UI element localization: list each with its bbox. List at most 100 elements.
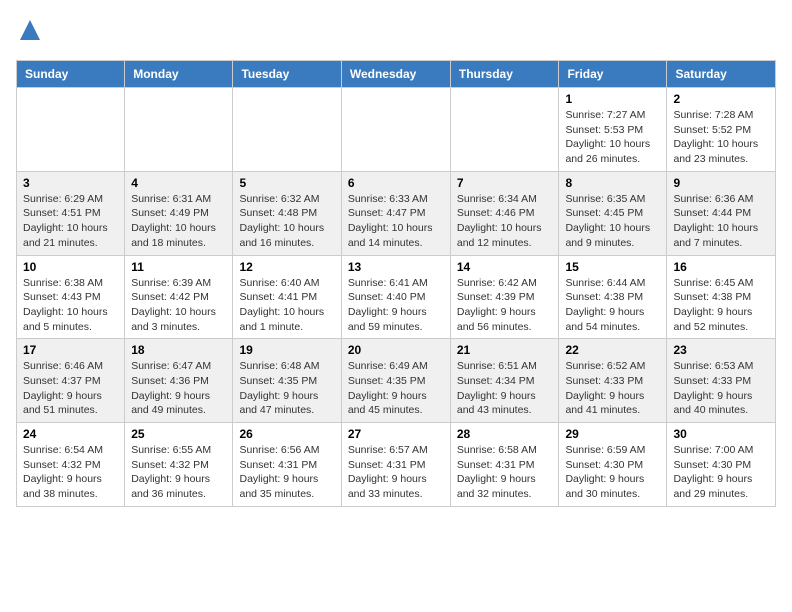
page-header	[16, 16, 776, 52]
calendar-cell	[17, 88, 125, 172]
day-number: 17	[23, 343, 118, 357]
day-number: 24	[23, 427, 118, 441]
calendar-cell: 17Sunrise: 6:46 AM Sunset: 4:37 PM Dayli…	[17, 339, 125, 423]
calendar-header-row: SundayMondayTuesdayWednesdayThursdayFrid…	[17, 61, 776, 88]
column-header-thursday: Thursday	[450, 61, 559, 88]
day-info: Sunrise: 6:33 AM Sunset: 4:47 PM Dayligh…	[348, 192, 444, 251]
logo	[16, 16, 40, 52]
calendar-cell: 20Sunrise: 6:49 AM Sunset: 4:35 PM Dayli…	[341, 339, 450, 423]
day-number: 18	[131, 343, 226, 357]
day-info: Sunrise: 6:49 AM Sunset: 4:35 PM Dayligh…	[348, 359, 444, 418]
calendar-week-row: 3 Sunrise: 6:29 AM Sunset: 4:51 PM Daylig…	[17, 171, 776, 255]
day-number: 13	[348, 260, 444, 274]
day-number: 9	[673, 176, 769, 190]
column-header-monday: Monday	[125, 61, 233, 88]
calendar-cell: 6 Sunrise: 6:33 AM Sunset: 4:47 PM Daylig…	[341, 171, 450, 255]
calendar-cell: 4 Sunrise: 6:31 AM Sunset: 4:49 PM Daylig…	[125, 171, 233, 255]
day-info: Sunrise: 6:48 AM Sunset: 4:35 PM Dayligh…	[239, 359, 334, 418]
day-info: Sunrise: 6:35 AM Sunset: 4:45 PM Dayligh…	[565, 192, 660, 251]
column-header-tuesday: Tuesday	[233, 61, 341, 88]
calendar-cell: 15 Sunrise: 6:44 AM Sunset: 4:38 PM Dayli…	[559, 255, 667, 339]
calendar-week-row: 17Sunrise: 6:46 AM Sunset: 4:37 PM Dayli…	[17, 339, 776, 423]
calendar-week-row: 10 Sunrise: 6:38 AM Sunset: 4:43 PM Dayli…	[17, 255, 776, 339]
day-number: 22	[565, 343, 660, 357]
day-number: 1	[565, 92, 660, 106]
day-number: 3	[23, 176, 118, 190]
calendar-cell: 29 Sunrise: 6:59 AM Sunset: 4:30 PM Dayli…	[559, 423, 667, 507]
calendar-cell: 13 Sunrise: 6:41 AM Sunset: 4:40 PM Dayli…	[341, 255, 450, 339]
day-info: Sunrise: 6:54 AM Sunset: 4:32 PM Dayligh…	[23, 443, 118, 502]
day-number: 29	[565, 427, 660, 441]
calendar-cell: 18 Sunrise: 6:47 AM Sunset: 4:36 PM Dayli…	[125, 339, 233, 423]
calendar-cell: 14 Sunrise: 6:42 AM Sunset: 4:39 PM Dayli…	[450, 255, 559, 339]
day-info: Sunrise: 6:34 AM Sunset: 4:46 PM Dayligh…	[457, 192, 553, 251]
calendar-cell: 25Sunrise: 6:55 AM Sunset: 4:32 PM Dayli…	[125, 423, 233, 507]
day-info: Sunrise: 6:29 AM Sunset: 4:51 PM Dayligh…	[23, 192, 118, 251]
day-number: 28	[457, 427, 553, 441]
day-info: Sunrise: 6:59 AM Sunset: 4:30 PM Dayligh…	[565, 443, 660, 502]
calendar-cell: 30 Sunrise: 7:00 AM Sunset: 4:30 PM Dayli…	[667, 423, 776, 507]
day-info: Sunrise: 6:56 AM Sunset: 4:31 PM Dayligh…	[239, 443, 334, 502]
column-header-friday: Friday	[559, 61, 667, 88]
day-info: Sunrise: 6:58 AM Sunset: 4:31 PM Dayligh…	[457, 443, 553, 502]
day-info: Sunrise: 6:47 AM Sunset: 4:36 PM Dayligh…	[131, 359, 226, 418]
day-info: Sunrise: 6:51 AM Sunset: 4:34 PM Dayligh…	[457, 359, 553, 418]
day-number: 5	[239, 176, 334, 190]
day-info: Sunrise: 7:00 AM Sunset: 4:30 PM Dayligh…	[673, 443, 769, 502]
day-number: 21	[457, 343, 553, 357]
day-info: Sunrise: 6:40 AM Sunset: 4:41 PM Dayligh…	[239, 276, 334, 335]
day-info: Sunrise: 6:45 AM Sunset: 4:38 PM Dayligh…	[673, 276, 769, 335]
calendar-cell: 3 Sunrise: 6:29 AM Sunset: 4:51 PM Daylig…	[17, 171, 125, 255]
day-number: 30	[673, 427, 769, 441]
day-info: Sunrise: 6:38 AM Sunset: 4:43 PM Dayligh…	[23, 276, 118, 335]
calendar-cell: 1 Sunrise: 7:27 AM Sunset: 5:53 PM Daylig…	[559, 88, 667, 172]
calendar-cell: 23 Sunrise: 6:53 AM Sunset: 4:33 PM Dayli…	[667, 339, 776, 423]
day-number: 26	[239, 427, 334, 441]
day-number: 4	[131, 176, 226, 190]
day-info: Sunrise: 7:28 AM Sunset: 5:52 PM Dayligh…	[673, 108, 769, 167]
day-number: 15	[565, 260, 660, 274]
calendar-cell: 27 Sunrise: 6:57 AM Sunset: 4:31 PM Dayli…	[341, 423, 450, 507]
day-info: Sunrise: 7:27 AM Sunset: 5:53 PM Dayligh…	[565, 108, 660, 167]
calendar-cell: 21 Sunrise: 6:51 AM Sunset: 4:34 PM Dayli…	[450, 339, 559, 423]
day-info: Sunrise: 6:53 AM Sunset: 4:33 PM Dayligh…	[673, 359, 769, 418]
day-number: 23	[673, 343, 769, 357]
calendar-cell: 10 Sunrise: 6:38 AM Sunset: 4:43 PM Dayli…	[17, 255, 125, 339]
day-info: Sunrise: 6:41 AM Sunset: 4:40 PM Dayligh…	[348, 276, 444, 335]
calendar-cell: 11 Sunrise: 6:39 AM Sunset: 4:42 PM Dayli…	[125, 255, 233, 339]
column-header-saturday: Saturday	[667, 61, 776, 88]
day-number: 7	[457, 176, 553, 190]
day-info: Sunrise: 6:31 AM Sunset: 4:49 PM Dayligh…	[131, 192, 226, 251]
day-info: Sunrise: 6:32 AM Sunset: 4:48 PM Dayligh…	[239, 192, 334, 251]
calendar-cell: 8 Sunrise: 6:35 AM Sunset: 4:45 PM Daylig…	[559, 171, 667, 255]
day-number: 27	[348, 427, 444, 441]
day-info: Sunrise: 6:57 AM Sunset: 4:31 PM Dayligh…	[348, 443, 444, 502]
day-info: Sunrise: 6:36 AM Sunset: 4:44 PM Dayligh…	[673, 192, 769, 251]
day-number: 10	[23, 260, 118, 274]
day-number: 8	[565, 176, 660, 190]
column-header-wednesday: Wednesday	[341, 61, 450, 88]
day-number: 6	[348, 176, 444, 190]
calendar-cell: 19 Sunrise: 6:48 AM Sunset: 4:35 PM Dayli…	[233, 339, 341, 423]
calendar-cell	[125, 88, 233, 172]
day-info: Sunrise: 6:52 AM Sunset: 4:33 PM Dayligh…	[565, 359, 660, 418]
calendar-cell: 5 Sunrise: 6:32 AM Sunset: 4:48 PM Daylig…	[233, 171, 341, 255]
day-number: 11	[131, 260, 226, 274]
day-number: 25	[131, 427, 226, 441]
calendar-cell: 24 Sunrise: 6:54 AM Sunset: 4:32 PM Dayli…	[17, 423, 125, 507]
day-number: 14	[457, 260, 553, 274]
calendar-table: SundayMondayTuesdayWednesdayThursdayFrid…	[16, 60, 776, 507]
day-info: Sunrise: 6:42 AM Sunset: 4:39 PM Dayligh…	[457, 276, 553, 335]
column-header-sunday: Sunday	[17, 61, 125, 88]
day-info: Sunrise: 6:44 AM Sunset: 4:38 PM Dayligh…	[565, 276, 660, 335]
calendar-cell	[341, 88, 450, 172]
calendar-cell	[233, 88, 341, 172]
calendar-cell: 7 Sunrise: 6:34 AM Sunset: 4:46 PM Daylig…	[450, 171, 559, 255]
day-info: Sunrise: 6:39 AM Sunset: 4:42 PM Dayligh…	[131, 276, 226, 335]
day-number: 16	[673, 260, 769, 274]
day-number: 2	[673, 92, 769, 106]
day-number: 19	[239, 343, 334, 357]
calendar-cell: 22 Sunrise: 6:52 AM Sunset: 4:33 PM Dayli…	[559, 339, 667, 423]
calendar-week-row: 1 Sunrise: 7:27 AM Sunset: 5:53 PM Daylig…	[17, 88, 776, 172]
calendar-cell: 2 Sunrise: 7:28 AM Sunset: 5:52 PM Daylig…	[667, 88, 776, 172]
